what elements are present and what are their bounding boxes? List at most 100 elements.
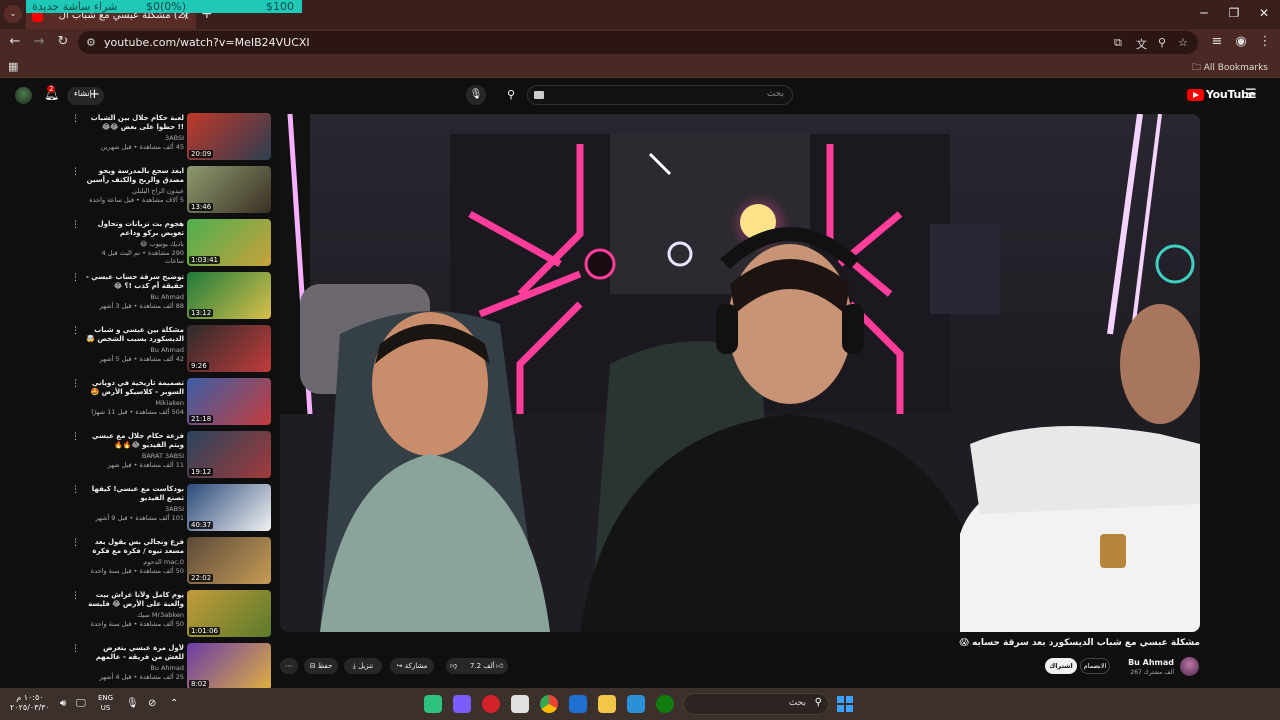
- related-video-channel[interactable]: Bu Ahmad: [84, 664, 184, 672]
- related-video-title[interactable]: توضيح سرقة حساب عبسي - حقيقة أم كذب !؟ 😂: [84, 273, 184, 291]
- more-options-icon[interactable]: ⋮: [71, 326, 80, 336]
- guide-menu-icon[interactable]: ☰: [1245, 87, 1257, 102]
- voice-search-mic-icon[interactable]: 🎙︎: [466, 85, 486, 105]
- related-video-title[interactable]: لعبة حكام جلال بين الشباب !! حطوا على بع…: [84, 114, 184, 132]
- related-video-channel[interactable]: Mr3abken سيك: [84, 611, 184, 619]
- related-video-thumbnail[interactable]: 22:02: [187, 537, 271, 584]
- profile-avatar[interactable]: ◉: [1232, 34, 1250, 49]
- more-options-icon[interactable]: ⋮: [71, 538, 80, 548]
- join-button[interactable]: الانضمام: [1080, 658, 1110, 674]
- video-player[interactable]: [280, 114, 1200, 632]
- related-video-channel[interactable]: 3ABSI: [84, 134, 184, 142]
- more-options-icon[interactable]: ⋮: [71, 485, 80, 495]
- like-count[interactable]: 7.2 ألف: [470, 658, 495, 674]
- more-options-icon[interactable]: ⋮: [71, 114, 80, 124]
- translate-icon[interactable]: 文: [1136, 36, 1147, 52]
- like-icon[interactable]: 👍︎: [496, 658, 503, 674]
- related-video-thumbnail[interactable]: 13:46: [187, 166, 271, 213]
- more-options-icon[interactable]: ⋮: [71, 220, 80, 230]
- search-input[interactable]: بحث: [527, 85, 793, 105]
- browser-menu-icon[interactable]: ⋮: [1256, 34, 1274, 49]
- more-options-icon[interactable]: ⋮: [71, 644, 80, 654]
- apps-grid-icon[interactable]: ▦: [8, 60, 18, 73]
- back-icon[interactable]: ←: [6, 34, 24, 49]
- related-video-thumbnail[interactable]: 1:01:06: [187, 590, 271, 637]
- related-video-thumbnail[interactable]: 19:12: [187, 431, 271, 478]
- related-video-title[interactable]: مشكلة بين عبسي و شباب الديسكورد بسبب الش…: [84, 326, 184, 344]
- related-video-thumbnail[interactable]: 20:09: [187, 113, 271, 160]
- related-video-item[interactable]: ⋮ هجوم بث تزيانات وتحاول تعويض بركو وداعم…: [0, 216, 280, 268]
- share-button[interactable]: ↪ مشاركة: [390, 658, 434, 674]
- url-text[interactable]: youtube.com/watch?v=MeIB24VUCXI: [104, 36, 310, 49]
- related-video-channel[interactable]: Bu Ahmad: [84, 346, 184, 354]
- search-icon[interactable]: ⚲: [500, 85, 522, 105]
- close-window-button[interactable]: ✕: [1249, 6, 1279, 20]
- related-video-item[interactable]: ⋮ لأول مرة عبسي يتعرض للغش من فريقه - عال…: [0, 640, 280, 688]
- windows-start-icon[interactable]: [837, 696, 853, 712]
- address-bar[interactable]: ⚙ youtube.com/watch?v=MeIB24VUCXI ⧉ 文 ⚲ …: [78, 31, 1198, 54]
- zoom-icon[interactable]: ⚲: [1158, 36, 1166, 49]
- taskbar-app-discord-icon[interactable]: [453, 695, 471, 713]
- related-video-title[interactable]: تصميمة تاريخية في دوياني السوبر - كلاسيك…: [84, 379, 184, 397]
- related-video-item[interactable]: ⋮ لعبة حكام جلال بين الشباب !! حطوا على ب…: [0, 110, 280, 162]
- bookmark-star-icon[interactable]: ☆: [1178, 36, 1188, 49]
- maximize-button[interactable]: ❐: [1219, 6, 1249, 20]
- related-video-title[interactable]: لأول مرة عبسي يتعرض للغش من فريقه - عالم…: [84, 644, 184, 662]
- taskbar-xbox-icon[interactable]: [656, 695, 674, 713]
- network-icon[interactable]: 🖵: [76, 698, 86, 709]
- related-video-channel[interactable]: باديك يوتيوب 😂: [84, 240, 184, 248]
- taskbar-app-red-icon[interactable]: [482, 695, 500, 713]
- site-info-icon[interactable]: ⚙: [86, 36, 96, 49]
- volume-icon[interactable]: 🔊︎: [60, 698, 66, 709]
- related-video-title[interactable]: بودكاست مع عبسي! كيفها تصنع الفيديو: [84, 485, 184, 503]
- related-video-channel[interactable]: Mikiaken: [84, 399, 184, 407]
- related-video-item[interactable]: ⋮ مشكلة بين عبسي و شباب الديسكورد بسبب ال…: [0, 322, 280, 374]
- account-avatar[interactable]: [15, 87, 32, 104]
- install-app-icon[interactable]: ⧉: [1114, 36, 1122, 50]
- taskbar-search[interactable]: بحث ⚲: [683, 693, 829, 715]
- more-actions-button[interactable]: ⋯: [280, 658, 298, 674]
- more-options-icon[interactable]: ⋮: [71, 432, 80, 442]
- subscribe-button[interactable]: اشتراك: [1045, 658, 1077, 674]
- related-video-item[interactable]: ⋮ توضيح سرقة حساب عبسي - حقيقة أم كذب !؟ …: [0, 269, 280, 321]
- related-video-channel[interactable]: mac.0 الدحوم: [84, 558, 184, 566]
- related-video-thumbnail[interactable]: 40:37: [187, 484, 271, 531]
- related-video-thumbnail[interactable]: 8:02: [187, 643, 271, 688]
- show-hidden-icons-chevron-icon[interactable]: ⌃: [170, 698, 178, 709]
- taskbar-chrome-icon[interactable]: [540, 695, 558, 713]
- related-video-item[interactable]: ⋮ ابعد سجع بالمدرسة ويحو مصدق والربح والك…: [0, 163, 280, 215]
- input-language[interactable]: ENG US: [98, 693, 113, 713]
- related-video-title[interactable]: فزعة حكام جلال مع عبسي ويتم الفيديو 😂🔥🔥: [84, 432, 184, 450]
- taskbar-app-green-icon[interactable]: [424, 695, 442, 713]
- notifications-muted-icon[interactable]: ⊘: [148, 698, 156, 709]
- more-options-icon[interactable]: ⋮: [71, 591, 80, 601]
- taskbar-app-blue-icon[interactable]: [627, 695, 645, 713]
- more-options-icon[interactable]: ⋮: [71, 379, 80, 389]
- microphone-icon[interactable]: 🎙︎: [126, 698, 139, 709]
- channel-avatar[interactable]: [1180, 657, 1199, 676]
- channel-name[interactable]: Bu Ahmad: [1110, 658, 1174, 667]
- minimize-button[interactable]: ─: [1189, 6, 1219, 20]
- forward-icon[interactable]: →: [30, 34, 48, 49]
- taskbar-file-explorer-icon[interactable]: [598, 695, 616, 713]
- related-video-item[interactable]: ⋮ يوم كامل ولأنا عراش بيت والعبة على الأر…: [0, 587, 280, 639]
- related-video-item[interactable]: ⋮ فزع ونجالي بس يقول بعد مسعد تيوه / فكرة…: [0, 534, 280, 586]
- related-video-item[interactable]: ⋮ تصميمة تاريخية في دوياني السوبر - كلاسي…: [0, 375, 280, 427]
- more-options-icon[interactable]: ⋮: [71, 273, 80, 283]
- tab-search-icon[interactable]: ⌄: [4, 5, 22, 23]
- related-video-title[interactable]: يوم كامل ولأنا عراش بيت والعبة على الأرض…: [84, 591, 184, 609]
- related-video-title[interactable]: ابعد سجع بالمدرسة ويحو مصدق والربح والكت…: [84, 167, 184, 185]
- dislike-icon[interactable]: 👎︎: [450, 658, 457, 674]
- related-video-thumbnail[interactable]: 1:03:41: [187, 219, 271, 266]
- more-options-icon[interactable]: ⋮: [71, 167, 80, 177]
- download-button[interactable]: ⤓ تنزيل: [344, 658, 382, 674]
- related-video-channel[interactable]: 3ABSI: [84, 505, 184, 513]
- related-video-thumbnail[interactable]: 21:18: [187, 378, 271, 425]
- all-bookmarks-button[interactable]: 🗀 All Bookmarks: [1192, 60, 1268, 76]
- related-video-item[interactable]: ⋮ فزعة حكام جلال مع عبسي ويتم الفيديو 😂🔥🔥…: [0, 428, 280, 480]
- related-video-title[interactable]: فزع ونجالي بس يقول بعد مسعد تيوه / فكرة …: [84, 538, 184, 556]
- related-video-title[interactable]: هجوم بث تزيانات وتحاول تعويض بركو وداعم: [84, 220, 184, 238]
- taskbar-clock[interactable]: ١٠:٥٠ م ٢٠٢٥/٠٣/٣٠: [10, 693, 50, 713]
- create-button[interactable]: إنشاء +: [67, 87, 104, 105]
- save-button[interactable]: ⊟ حفظ: [304, 658, 338, 674]
